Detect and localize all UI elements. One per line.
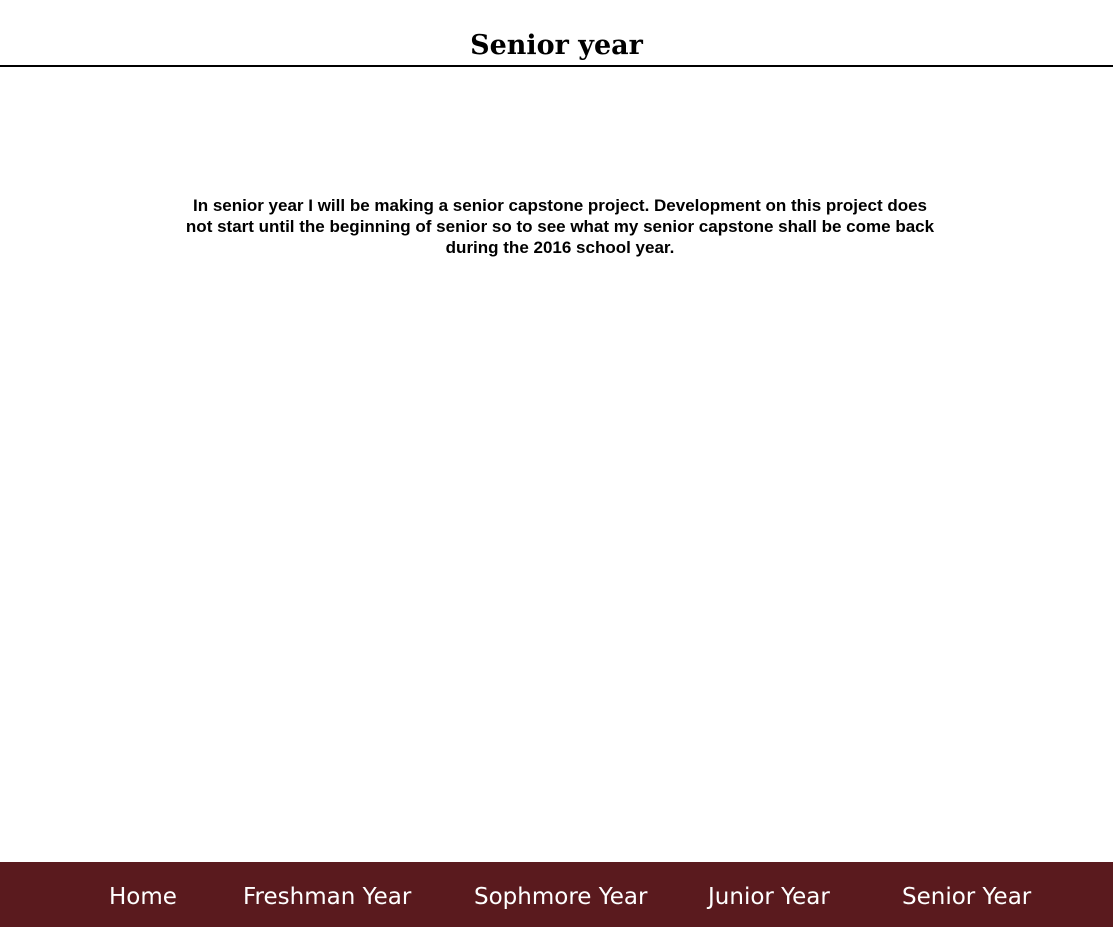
nav-link-senior-year[interactable]: Senior Year — [902, 862, 1031, 927]
nav-link-freshman-year[interactable]: Freshman Year — [243, 862, 411, 927]
page-title: Senior year — [470, 30, 643, 61]
nav-link-junior-year[interactable]: Junior Year — [708, 862, 830, 927]
nav-link-sophmore-year[interactable]: Sophmore Year — [474, 862, 647, 927]
page: Senior year In senior year I will be mak… — [0, 0, 1113, 927]
nav-link-home[interactable]: Home — [109, 862, 177, 927]
page-header: Senior year — [0, 0, 1113, 67]
senior-year-description: In senior year I will be making a senior… — [185, 196, 935, 257]
bottom-navigation: Home Freshman Year Sophmore Year Junior … — [0, 862, 1113, 927]
